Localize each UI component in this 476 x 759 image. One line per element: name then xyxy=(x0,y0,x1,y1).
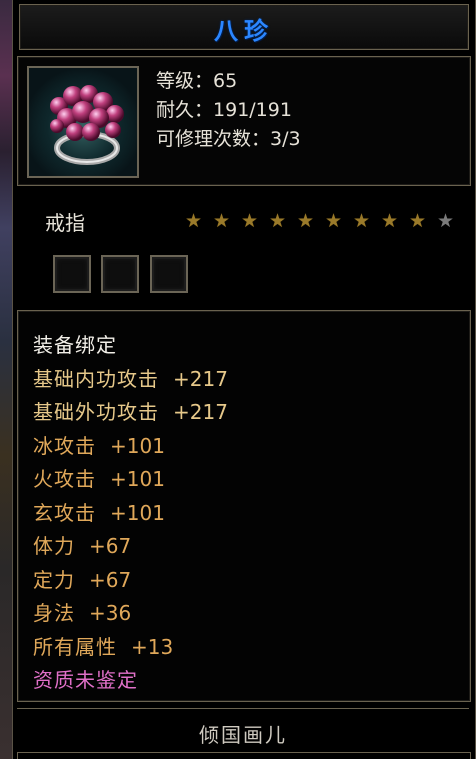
attribute-name: 所有属性 xyxy=(33,634,117,659)
star-filled-icon: ★ xyxy=(297,210,315,232)
durability-stat: 耐久：191/191 xyxy=(156,99,292,121)
attribute-value: +36 xyxy=(89,601,132,625)
attribute-name: 冰攻击 xyxy=(33,433,96,458)
star-filled-icon: ★ xyxy=(353,210,371,232)
gem-socket-2[interactable] xyxy=(101,255,139,293)
item-type: 戒指 xyxy=(45,211,85,235)
owner-footer: 倾国画儿 xyxy=(17,708,469,751)
attribute-name: 资质未鉴定 xyxy=(33,668,138,692)
attribute-line: 基础内功攻击 +217 xyxy=(33,363,228,397)
attribute-line: 火攻击 +101 xyxy=(33,463,228,497)
pink-pearl-cluster-ring-icon xyxy=(27,66,139,178)
star-filled-icon: ★ xyxy=(409,210,427,232)
item-header-panel: 等级：65 耐久：191/191 可修理次数：3/3 xyxy=(17,56,471,186)
attribute-line: 资质未鉴定 xyxy=(33,664,228,698)
attribute-line: 所有属性 +13 xyxy=(33,631,228,665)
item-tooltip: 八珍 等级：65 耐久：191/191 可修理次数：3/3 戒指 ★ ★ ★ ★… xyxy=(12,0,476,759)
repair-count-stat: 可修理次数：3/3 xyxy=(156,128,301,150)
attribute-line: 体力 +67 xyxy=(33,530,228,564)
attribute-list: 装备绑定 基础内功攻击 +217 基础外功攻击 +217 冰攻击 +101 火攻击 +101 玄攻… xyxy=(33,329,228,698)
background-window-edge xyxy=(0,0,12,759)
attribute-name: 体力 xyxy=(33,534,75,558)
level-stat: 等级：65 xyxy=(156,70,238,92)
attribute-value: +217 xyxy=(173,400,228,424)
star-filled-icon: ★ xyxy=(269,210,287,232)
attribute-line: 玄攻击 +101 xyxy=(33,497,228,531)
attribute-name: 基础内功攻击 xyxy=(33,366,159,391)
item-name: 八珍 xyxy=(214,17,274,45)
attribute-name: 定力 xyxy=(33,567,75,592)
attribute-name: 装备绑定 xyxy=(33,333,117,357)
attribute-value: +67 xyxy=(89,567,132,592)
attribute-name: 火攻击 xyxy=(33,467,96,491)
attribute-line: 身法 +36 xyxy=(33,597,228,631)
attribute-line: 装备绑定 xyxy=(33,329,228,363)
owner-name: 倾国画儿 xyxy=(199,723,287,747)
gem-socket-1[interactable] xyxy=(53,255,91,293)
attribute-line: 定力 +67 xyxy=(33,564,228,598)
frame-bottom-edge xyxy=(17,752,471,759)
attribute-value: +217 xyxy=(173,366,228,391)
attribute-panel: 装备绑定 基础内功攻击 +217 基础外功攻击 +217 冰攻击 +101 火攻击 +101 玄攻… xyxy=(17,310,471,702)
attribute-value: +101 xyxy=(110,433,165,458)
star-filled-icon: ★ xyxy=(381,210,399,232)
attribute-value: +67 xyxy=(89,534,132,558)
star-filled-icon: ★ xyxy=(325,210,343,232)
attribute-value: +101 xyxy=(110,500,165,525)
gem-socket-3[interactable] xyxy=(150,255,188,293)
attribute-name: 玄攻击 xyxy=(33,500,96,525)
attribute-value: +13 xyxy=(131,634,174,659)
attribute-name: 身法 xyxy=(33,601,75,625)
attribute-line: 冰攻击 +101 xyxy=(33,430,228,464)
star-filled-icon: ★ xyxy=(241,210,259,232)
attribute-value: +101 xyxy=(110,467,165,491)
star-empty-icon: ★ xyxy=(437,210,455,232)
attribute-name: 基础外功攻击 xyxy=(33,400,159,424)
star-filled-icon: ★ xyxy=(213,210,231,232)
star-filled-icon: ★ xyxy=(185,210,203,232)
item-title-bar: 八珍 xyxy=(19,4,469,50)
attribute-line: 基础外功攻击 +217 xyxy=(33,396,228,430)
